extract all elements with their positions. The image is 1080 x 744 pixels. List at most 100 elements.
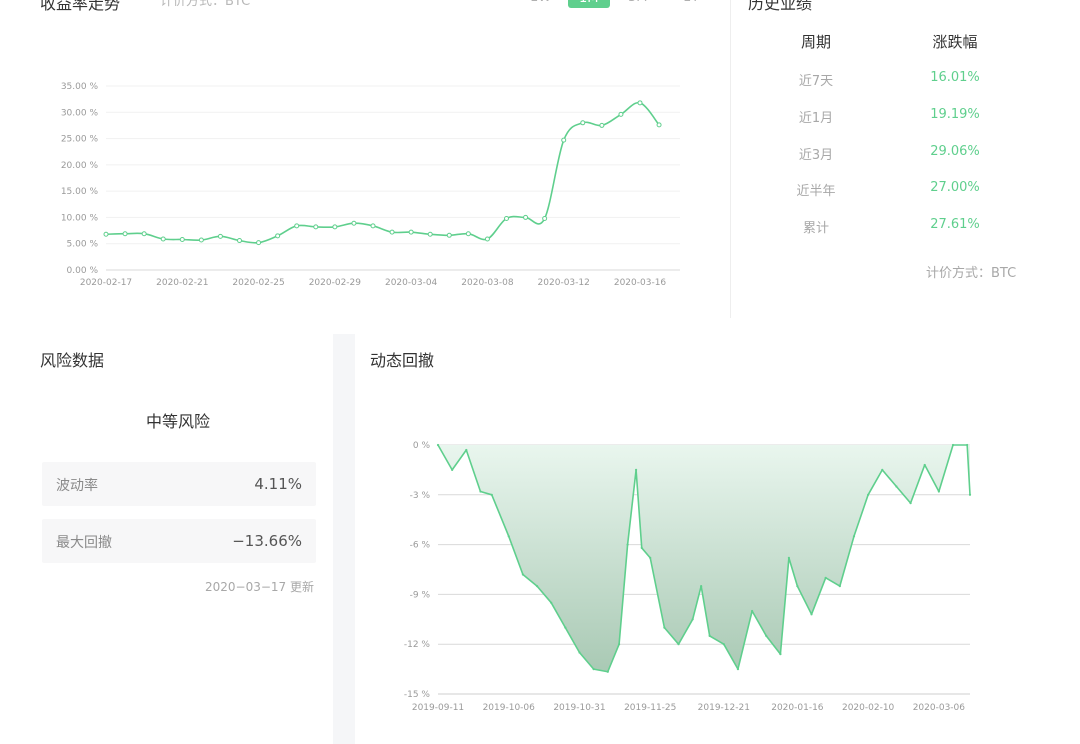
yield-data-point	[599, 122, 605, 128]
x-tick-label: 2019-09-11	[412, 703, 464, 713]
dynamic-drawdown-title: 动态回撤	[370, 351, 435, 370]
y-tick-label: -3 %	[410, 491, 431, 501]
drawdown-data-point	[691, 618, 694, 621]
yield-data-point	[275, 233, 281, 239]
drawdown-data-point	[700, 585, 703, 588]
drawdown-data-point	[909, 502, 912, 505]
drawdown-data-point	[824, 576, 827, 579]
drawdown-data-point	[592, 668, 595, 671]
range-tab-1m[interactable]: 1M	[568, 0, 610, 8]
x-tick-label: 2020-02-10	[842, 703, 895, 713]
drawdown-data-point	[649, 556, 652, 559]
yield-series-line	[105, 101, 660, 244]
yield-trend-title: 收益率走势	[40, 0, 121, 13]
section-divider-strip	[333, 334, 355, 744]
yield-data-point	[217, 233, 223, 239]
history-pricing-label: 计价方式：BTC	[926, 266, 1017, 281]
drawdown-data-point	[451, 468, 454, 471]
range-tab-1y[interactable]: 1Y	[683, 0, 699, 5]
drawdown-data-point	[923, 463, 926, 467]
yield-data-point	[332, 224, 338, 230]
y-tick-label: 0.00 %	[67, 266, 99, 276]
x-tick-label: 2019-10-31	[553, 703, 605, 713]
history-performance-title: 历史业绩	[748, 0, 813, 13]
history-change: 16.01%	[930, 70, 980, 85]
drawdown-data-point	[852, 535, 856, 538]
risk-level-label: 中等风险	[145, 412, 210, 431]
history-period: 近半年	[796, 184, 836, 199]
yield-data-point	[389, 229, 395, 235]
yield-data-point	[484, 236, 490, 242]
x-tick-label: 2020-03-06	[913, 703, 966, 713]
max-drawdown-row: 最大回撤 −13.66%	[42, 519, 316, 563]
max-drawdown-value: −13.66%	[232, 532, 302, 550]
history-change: 19.19%	[930, 107, 980, 122]
y-tick-label: -6 %	[410, 541, 431, 551]
yield-pricing-label: 计价方式：BTC	[160, 0, 251, 9]
x-tick-label: 2020-01-16	[771, 703, 824, 713]
volatility-row: 波动率 4.11%	[42, 462, 316, 506]
drawdown-data-point	[736, 668, 740, 671]
yield-line-chart: 0.00 % 5.00 % 10.00 % 15.00 % 20.00 % 25.00 %…	[61, 82, 680, 288]
x-tick-label: 2020-03-16	[614, 278, 667, 288]
max-drawdown-label: 最大回撤	[56, 535, 112, 551]
y-tick-label: 20.00 %	[61, 161, 99, 171]
drawdown-data-point	[751, 609, 754, 613]
drawdown-data-point	[521, 573, 524, 576]
drawdown-data-point	[578, 651, 581, 654]
drawdown-data-point	[663, 626, 666, 629]
range-tab-3m[interactable]: 3M	[628, 0, 648, 5]
drawdown-data-point	[722, 643, 725, 646]
drawdown-data-point	[677, 643, 680, 646]
drawdown-data-point	[535, 585, 539, 588]
x-tick-label: 2020-02-21	[156, 278, 208, 288]
x-tick-label: 2020-02-17	[80, 278, 132, 288]
drawdown-data-point	[951, 443, 955, 447]
yield-data-point	[313, 224, 319, 230]
history-change: 29.06%	[930, 144, 980, 159]
x-tick-label: 2019-11-25	[624, 703, 676, 713]
risk-updated-timestamp: 2020−03−17 更新	[204, 580, 314, 594]
x-tick-label: 2020-03-08	[461, 278, 514, 288]
yield-data-point	[160, 236, 166, 242]
drawdown-data-point	[796, 585, 799, 588]
drawdown-data-point	[787, 556, 790, 559]
drawdown-data-point	[507, 535, 510, 538]
y-tick-label: 25.00 %	[61, 135, 99, 145]
history-col-change: 涨跌幅	[932, 33, 978, 51]
drawdown-data-point	[634, 468, 638, 471]
y-tick-label: 35.00 %	[61, 82, 99, 92]
drawdown-data-point	[779, 653, 782, 656]
yield-data-point	[656, 122, 662, 128]
yield-data-point	[141, 231, 147, 237]
drawdown-data-point	[765, 634, 768, 637]
y-tick-label: 5.00 %	[67, 240, 99, 250]
history-col-period: 周期	[800, 33, 831, 51]
range-tab-1w[interactable]: 1W	[530, 0, 551, 5]
yield-data-point	[237, 238, 242, 244]
drawdown-area-chart: 0 % -3 % -6 % -9 % -12 % -15 % 2019-09-11 2019-…	[404, 441, 972, 713]
drawdown-data-point	[640, 546, 643, 550]
drawdown-data-point	[966, 443, 969, 447]
yield-data-point	[542, 215, 548, 221]
drawdown-data-point	[810, 613, 813, 616]
yield-data-point	[637, 100, 643, 106]
history-period: 近7天	[798, 74, 834, 89]
y-tick-label: -12 %	[404, 640, 431, 650]
yield-data-point	[427, 231, 433, 237]
drawdown-data-point	[881, 468, 884, 471]
yield-data-point	[370, 223, 376, 229]
x-tick-label: 2020-02-25	[232, 278, 284, 288]
drawdown-data-point	[867, 493, 870, 496]
drawdown-data-point	[436, 443, 440, 447]
y-tick-label: 30.00 %	[61, 108, 99, 118]
x-tick-label: 2019-12-21	[698, 703, 750, 713]
yield-data-point	[618, 111, 624, 117]
y-tick-label: 15.00 %	[61, 187, 99, 197]
history-period: 近3月	[798, 148, 834, 163]
y-tick-label: 10.00 %	[61, 213, 99, 223]
drawdown-data-point	[838, 585, 841, 588]
yield-data-point	[523, 214, 529, 220]
volatility-value: 4.11%	[254, 475, 302, 493]
yield-data-point	[122, 231, 128, 237]
